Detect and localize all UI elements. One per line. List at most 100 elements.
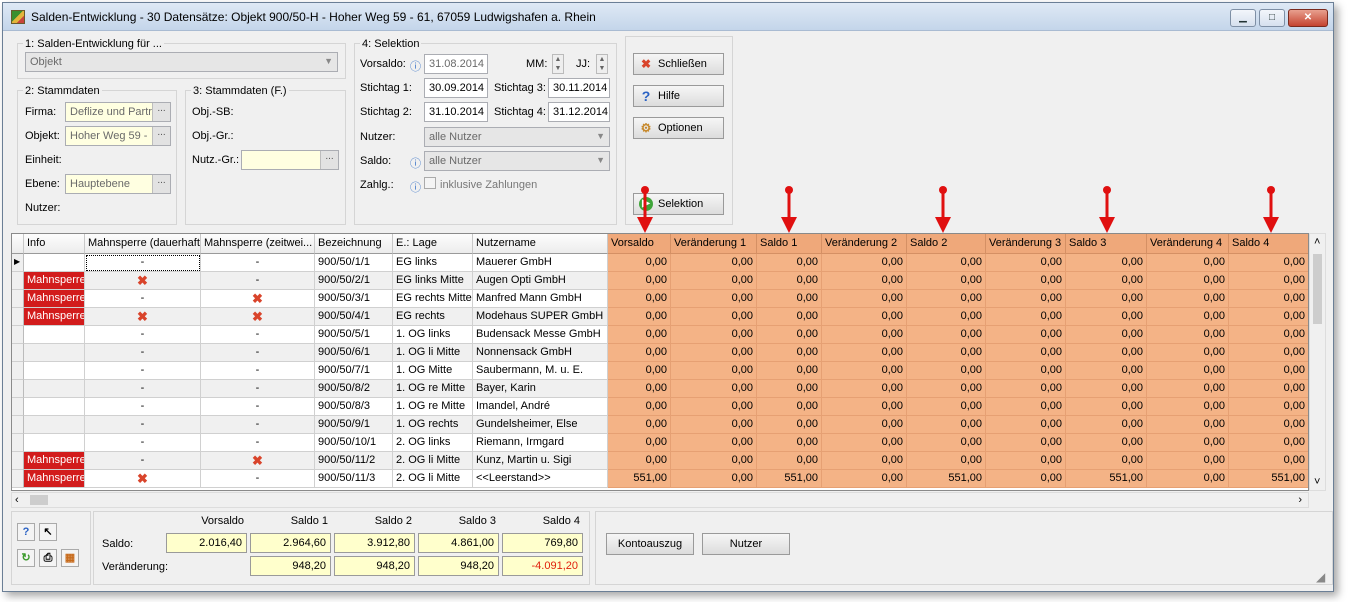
cell-nutzer[interactable]: Mauerer GmbH [473,254,608,272]
cell-saldo-4[interactable]: 0,00 [1229,272,1308,290]
cell-info[interactable] [24,398,85,416]
cell-veraenderung-1[interactable]: 0,00 [671,398,757,416]
row-selector[interactable] [12,398,24,416]
row-selector[interactable] [12,416,24,434]
cell-saldo-2[interactable]: 0,00 [907,344,986,362]
cell-veraenderung-2[interactable]: 0,00 [822,398,907,416]
cell-veraenderung-2[interactable]: 0,00 [822,308,907,326]
cell-veraenderung-2[interactable]: 0,00 [822,416,907,434]
row-selector[interactable] [12,452,24,470]
cell-info[interactable]: Mahnsperre [24,470,85,488]
stichtag3-field[interactable]: 30.11.2014 [548,78,610,98]
cell-mahnsperre-zeitweise[interactable]: - [201,416,315,434]
cell-veraenderung-1[interactable]: 0,00 [671,434,757,452]
cell-saldo-3[interactable]: 0,00 [1066,452,1147,470]
cell-veraenderung-2[interactable]: 0,00 [822,470,907,488]
cell-mahnsperre-dauerhaft[interactable]: - [85,254,201,272]
close-button[interactable]: ✕ [1288,9,1328,27]
cell-veraenderung-4[interactable]: 0,00 [1147,470,1229,488]
cell-veraenderung-3[interactable]: 0,00 [986,362,1066,380]
schliessen-button[interactable]: ✖ Schließen [633,53,724,75]
cell-saldo-4[interactable]: 0,00 [1229,290,1308,308]
cell-mahnsperre-dauerhaft[interactable]: ✖ [85,470,201,488]
cell-vorsaldo[interactable]: 0,00 [608,362,671,380]
row-selector[interactable] [12,380,24,398]
cell-saldo-1[interactable]: 0,00 [757,308,822,326]
scroll-down-icon[interactable]: ˅ [1314,476,1320,488]
cell-veraenderung-1[interactable]: 0,00 [671,452,757,470]
cell-bez[interactable]: 900/50/5/1 [315,326,393,344]
cell-info[interactable] [24,254,85,272]
resize-grip-icon[interactable]: ◢ [1316,570,1325,584]
cell-lage[interactable]: EG links [393,254,473,272]
cell-nutzer[interactable]: Budensack Messe GmbH [473,326,608,344]
cell-info[interactable] [24,416,85,434]
nutz-gr-lookup-button[interactable]: ... [320,151,338,169]
cell-mahnsperre-dauerhaft[interactable]: - [85,362,201,380]
jj-spinner[interactable]: ▲ ▼ [596,54,608,74]
cell-lage[interactable]: EG links Mitte [393,272,473,290]
cell-mahnsperre-zeitweise[interactable]: - [201,362,315,380]
cell-saldo-1[interactable]: 0,00 [757,272,822,290]
cell-bez[interactable]: 900/50/8/3 [315,398,393,416]
cell-veraenderung-2[interactable]: 0,00 [822,344,907,362]
cell-saldo-3[interactable]: 0,00 [1066,272,1147,290]
cell-mahnsperre-zeitweise[interactable]: - [201,398,315,416]
cell-veraenderung-4[interactable]: 0,00 [1147,398,1229,416]
cell-lage[interactable]: 2. OG li Mitte [393,452,473,470]
cell-veraenderung-1[interactable]: 0,00 [671,362,757,380]
cell-saldo-1[interactable]: 0,00 [757,434,822,452]
vertical-scrollbar[interactable]: ˄ ˅ [1309,233,1326,491]
column-header-mahnsperre-zeitweise[interactable]: Mahnsperre (zeitwei... [201,234,315,254]
print-icon[interactable]: ⎙ [39,549,57,567]
cell-vorsaldo[interactable]: 0,00 [608,416,671,434]
cell-info[interactable]: Mahnsperre [24,272,85,290]
cell-lage[interactable]: EG rechts Mitte [393,290,473,308]
cell-mahnsperre-zeitweise[interactable]: - [201,380,315,398]
selektion-button[interactable]: ▶ Selektion [633,193,724,215]
row-selector[interactable] [12,470,24,488]
column-header-vorsaldo[interactable]: Vorsaldo [608,234,671,254]
column-header-info[interactable]: Info [24,234,85,254]
cell-nutzer[interactable]: Imandel, André [473,398,608,416]
kontoauszug-button[interactable]: Kontoauszug [606,533,694,555]
cell-saldo-1[interactable]: 0,00 [757,254,822,272]
cell-saldo-3[interactable]: 0,00 [1066,254,1147,272]
cell-info[interactable] [24,434,85,452]
cell-saldo-2[interactable]: 0,00 [907,254,986,272]
cell-saldo-2[interactable]: 0,00 [907,434,986,452]
cell-vorsaldo[interactable]: 0,00 [608,344,671,362]
cell-mahnsperre-dauerhaft[interactable]: - [85,416,201,434]
cell-vorsaldo[interactable]: 0,00 [608,326,671,344]
cell-saldo-3[interactable]: 0,00 [1066,308,1147,326]
cursor-icon[interactable]: ↖ [39,523,57,541]
column-header-bezeichnung[interactable]: Bezeichnung [315,234,393,254]
column-header-veraenderung-4[interactable]: Veränderung 4 [1147,234,1229,254]
cell-veraenderung-3[interactable]: 0,00 [986,416,1066,434]
cell-saldo-1[interactable]: 0,00 [757,398,822,416]
cell-bez[interactable]: 900/50/11/2 [315,452,393,470]
nutzer-button[interactable]: Nutzer [702,533,790,555]
mm-spinner[interactable]: ▲ ▼ [552,54,564,74]
cell-lage[interactable]: 1. OG re Mitte [393,380,473,398]
cell-saldo-2[interactable]: 0,00 [907,308,986,326]
cell-nutzer[interactable]: Augen Opti GmbH [473,272,608,290]
cell-lage[interactable]: 1. OG links [393,326,473,344]
cell-saldo-4[interactable]: 0,00 [1229,362,1308,380]
scroll-thumb[interactable] [30,495,48,505]
saldo-select[interactable]: alle Nutzer ▼ [424,151,610,171]
cell-lage[interactable]: 1. OG rechts [393,416,473,434]
cell-info[interactable] [24,362,85,380]
data-grid[interactable]: Info Mahnsperre (dauerhaft) Mahnsperre (ze… [11,233,1309,491]
cell-veraenderung-4[interactable]: 0,00 [1147,326,1229,344]
cell-veraenderung-4[interactable]: 0,00 [1147,254,1229,272]
cell-veraenderung-2[interactable]: 0,00 [822,380,907,398]
cell-saldo-3[interactable]: 0,00 [1066,326,1147,344]
horizontal-scrollbar[interactable]: ‹ › [11,492,1309,508]
row-selector[interactable]: ▶ [12,254,24,272]
ebene-lookup-button[interactable]: ... [152,175,170,193]
cell-mahnsperre-dauerhaft[interactable]: - [85,434,201,452]
row-selector[interactable] [12,290,24,308]
cell-veraenderung-4[interactable]: 0,00 [1147,290,1229,308]
cell-vorsaldo[interactable]: 0,00 [608,272,671,290]
